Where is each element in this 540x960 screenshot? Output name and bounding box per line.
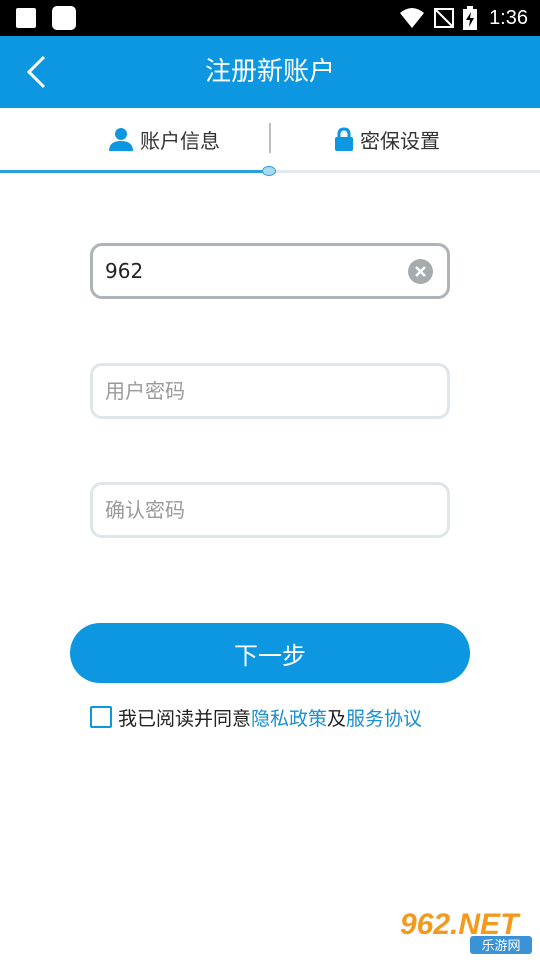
agreement-conjunction: 及 [327,707,347,730]
tab-account-info[interactable]: 账户信息 [108,108,220,170]
app-header: 注册新账户 [0,36,540,108]
notification-icon [16,8,36,28]
status-icons: 1:36 [399,0,528,36]
tab-security-settings-label: 密保设置 [360,128,440,153]
close-icon [415,266,426,277]
agreement-checkbox[interactable] [90,706,112,728]
password-field [90,363,450,419]
lock-icon [335,127,353,151]
account-field [90,243,450,299]
password-input[interactable] [105,366,405,416]
no-signal-icon [434,8,455,28]
page-title: 注册新账户 [204,57,335,87]
clock: 1:36 [489,6,528,29]
confirm-password-field [90,482,450,538]
clear-input-button[interactable] [408,259,433,284]
next-step-button[interactable]: 下一步 [70,623,470,683]
tab-divider [269,123,271,153]
account-input[interactable] [105,246,405,296]
tab-security-settings[interactable]: 密保设置 [334,108,440,170]
watermark-sub: 乐游网 [481,939,520,954]
service-agreement-link[interactable]: 服务协议 [346,704,422,731]
step-progress-fill [0,170,270,173]
user-icon [109,128,133,151]
app-notification-icon [52,6,76,30]
battery-charging-icon [463,6,478,30]
step-tabs: 账户信息 密保设置 [0,108,540,172]
wifi-icon [400,8,425,28]
watermark-logo: 962.NET 乐游网 [400,908,532,954]
status-bar: 1:36 [0,0,540,36]
privacy-policy-link[interactable]: 隐私政策 [251,704,327,731]
confirm-password-input[interactable] [105,485,405,535]
tab-account-info-label: 账户信息 [140,128,220,153]
agreement-text: 我已阅读并同意 [118,707,252,730]
step-progress-marker [262,166,276,176]
agreement-row: 我已阅读并同意 隐私政策 及 服务协议 [90,703,422,731]
